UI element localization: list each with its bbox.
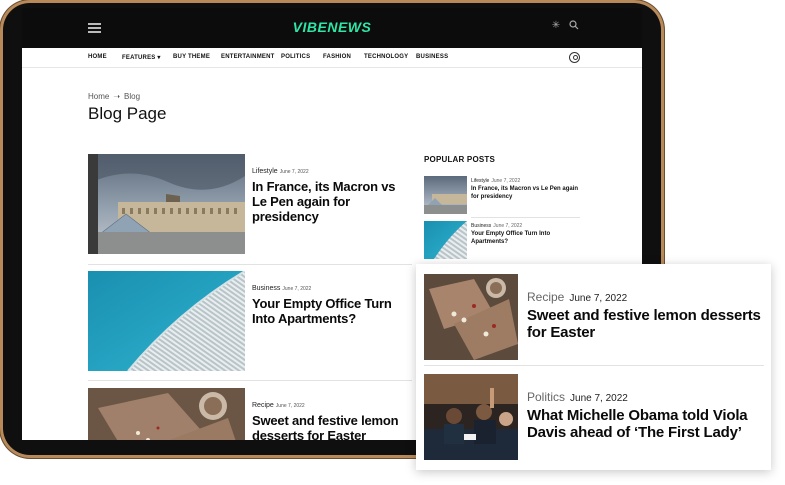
nav-fashion[interactable]: FASHION — [323, 54, 351, 60]
card-post-category[interactable]: Politics — [527, 390, 565, 404]
popular-post-title[interactable]: In France, its Macron vs Le Pen again fo… — [471, 186, 581, 201]
card-post-meta: Politics June 7, 2022 — [527, 390, 628, 404]
nav-politics[interactable]: POLITICS — [281, 54, 310, 60]
post-meta: Recipe June 7, 2022 — [252, 402, 305, 409]
post-category[interactable]: Lifestyle — [252, 168, 278, 175]
card-post-item[interactable]: Recipe June 7, 2022 Sweet and festive lem… — [424, 274, 764, 360]
post-title[interactable]: Sweet and festive lemon desserts for Eas… — [252, 413, 407, 440]
popular-post-date: June 7, 2022 — [493, 223, 523, 229]
card-post-title[interactable]: Sweet and festive lemon desserts for Eas… — [527, 307, 763, 341]
post-image-building[interactable] — [88, 271, 245, 371]
card-post-meta: Recipe June 7, 2022 — [527, 290, 627, 304]
top-icons: ✳ — [550, 20, 580, 32]
nav-features[interactable]: FEATURES ▾ — [122, 54, 161, 61]
post-title[interactable]: In France, its Macron vs Le Pen again fo… — [252, 179, 407, 224]
breadcrumb: Home ➝ Blog — [88, 92, 140, 101]
card-image-dessert[interactable] — [424, 274, 518, 360]
post-date: June 7, 2022 — [275, 403, 305, 409]
card-divider — [424, 365, 764, 366]
breadcrumb-current: Blog — [124, 92, 141, 101]
popular-post-category[interactable]: Lifestyle — [471, 178, 489, 184]
nav-buy-theme[interactable]: BUY THEME — [173, 54, 210, 60]
card-post-title[interactable]: What Michelle Obama told Viola Davis ahe… — [527, 407, 763, 441]
sun-icon[interactable]: ✳ — [550, 20, 562, 32]
post-divider — [88, 264, 412, 265]
post-date: June 7, 2022 — [282, 286, 312, 292]
post-divider — [88, 380, 412, 381]
popular-post-date: June 7, 2022 — [491, 178, 521, 184]
post-image-dessert[interactable] — [88, 388, 245, 440]
popular-post-item[interactable]: Business June 7, 2022 Your Empty Office T… — [424, 221, 580, 261]
popular-post-item[interactable]: Lifestyle June 7, 2022 In France, its Mac… — [424, 176, 580, 216]
card-post-date: June 7, 2022 — [569, 293, 628, 304]
top-bar: VIBENEWS ✳ — [22, 8, 642, 48]
nav-home[interactable]: HOME — [88, 54, 107, 60]
popular-image-louvre[interactable] — [424, 176, 467, 214]
popular-post-meta: Lifestyle June 7, 2022 — [471, 178, 520, 184]
card-post-date: June 7, 2022 — [570, 393, 628, 404]
nav-technology[interactable]: TECHNOLOGY — [364, 54, 408, 60]
card-post-category[interactable]: Recipe — [527, 290, 564, 304]
nav-entertainment[interactable]: ENTERTAINMENT — [221, 54, 275, 60]
arrow-right-icon: ➝ — [113, 92, 121, 101]
post-image-louvre[interactable] — [88, 154, 245, 254]
post-date: June 7, 2022 — [279, 169, 309, 175]
popular-image-building[interactable] — [424, 221, 467, 259]
post-category[interactable]: Recipe — [252, 402, 274, 409]
popular-post-category[interactable]: Business — [471, 223, 491, 229]
post-meta: Business June 7, 2022 — [252, 285, 311, 292]
post-meta: Lifestyle June 7, 2022 — [252, 168, 309, 175]
site-logo[interactable]: VIBENEWS — [22, 19, 642, 35]
nav-business[interactable]: BUSINESS — [416, 54, 448, 60]
popular-post-title[interactable]: Your Empty Office Turn Into Apartments? — [471, 231, 581, 246]
card-image-politics[interactable] — [424, 374, 518, 460]
main-nav: HOME FEATURES ▾ BUY THEME ENTERTAINMENT … — [22, 48, 642, 68]
user-icon[interactable] — [569, 52, 580, 63]
floating-posts-card: Recipe June 7, 2022 Sweet and festive lem… — [416, 264, 771, 470]
popular-posts-heading: POPULAR POSTS — [424, 155, 496, 164]
breadcrumb-home[interactable]: Home — [88, 92, 109, 101]
popular-post-meta: Business June 7, 2022 — [471, 223, 522, 229]
card-post-item[interactable]: Politics June 7, 2022 What Michelle Obama… — [424, 374, 764, 460]
post-title[interactable]: Your Empty Office Turn Into Apartments? — [252, 296, 407, 326]
page-title: Blog Page — [88, 104, 167, 123]
search-icon[interactable] — [568, 20, 580, 32]
popular-divider — [471, 217, 580, 218]
post-category[interactable]: Business — [252, 285, 280, 292]
